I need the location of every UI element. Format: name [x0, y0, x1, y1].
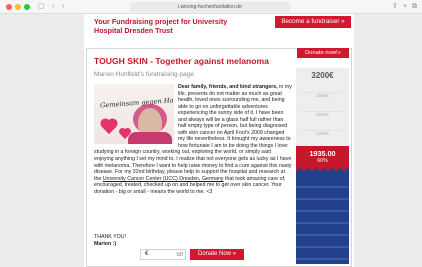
thanks-text: THANK YOU!: [94, 234, 126, 240]
browser-toolbar: ▢ ‹ › i.wirsing-hochenfundation.de ⇪ + ⧉: [0, 0, 422, 14]
sidebar-icon[interactable]: ▢: [38, 2, 45, 12]
signature: Marion :): [94, 240, 117, 247]
new-tab-icon[interactable]: +: [403, 2, 407, 12]
ucc-link[interactable]: University Cancer Center (UCC) Dresden, …: [103, 176, 224, 182]
amount-input[interactable]: [153, 251, 183, 259]
tick-label: 1280€: [316, 131, 329, 136]
campaign-subtitle: Marion Hohlfeld's fundraising page: [94, 71, 194, 78]
amount-field: €: [140, 249, 186, 260]
tabs-overview-icon[interactable]: ⧉: [412, 2, 417, 12]
become-fundraiser-button[interactable]: Become a fundraiser »: [275, 16, 351, 28]
story-lead: Dear family, friends, and kind strangers…: [178, 84, 278, 90]
donate-now-submit-button[interactable]: Donate Now »: [190, 249, 244, 260]
progress-cap: 1935.00 60%: [296, 146, 349, 174]
back-icon[interactable]: ‹: [52, 2, 54, 12]
forward-icon[interactable]: ›: [62, 2, 64, 12]
campaign-title: TOUGH SKIN - Together against melanoma: [94, 56, 269, 66]
progress-fill: 1935.00 60%: [296, 146, 349, 264]
campaign-photo: Gemeinsam gegen Hautkrebs: [94, 84, 174, 144]
site-title[interactable]: Your Fundraising project for University …: [94, 17, 244, 35]
fundraising-thermometer: 3200€ 2560€ 1920€ 1280€ 640€ 1935.00 60%: [296, 68, 349, 264]
tick-label: 1920€: [316, 112, 329, 117]
share-icon[interactable]: ⇪: [392, 2, 398, 12]
close-window-icon[interactable]: [6, 4, 12, 10]
donate-now-button[interactable]: Donate now!»: [297, 48, 349, 58]
address-bar[interactable]: i.wirsing-hochenfundation.de: [130, 2, 290, 12]
goal-amount: 3200€: [311, 71, 334, 80]
raised-amount: 1935.00: [309, 149, 336, 158]
minimize-window-icon[interactable]: [15, 4, 21, 10]
tick-label: 2560€: [316, 93, 329, 98]
currency-symbol: €: [145, 251, 149, 257]
thanks-note: THANK YOU! Marion :): [94, 234, 126, 247]
percent-label: 60%: [317, 158, 328, 164]
maximize-window-icon[interactable]: [24, 4, 30, 10]
